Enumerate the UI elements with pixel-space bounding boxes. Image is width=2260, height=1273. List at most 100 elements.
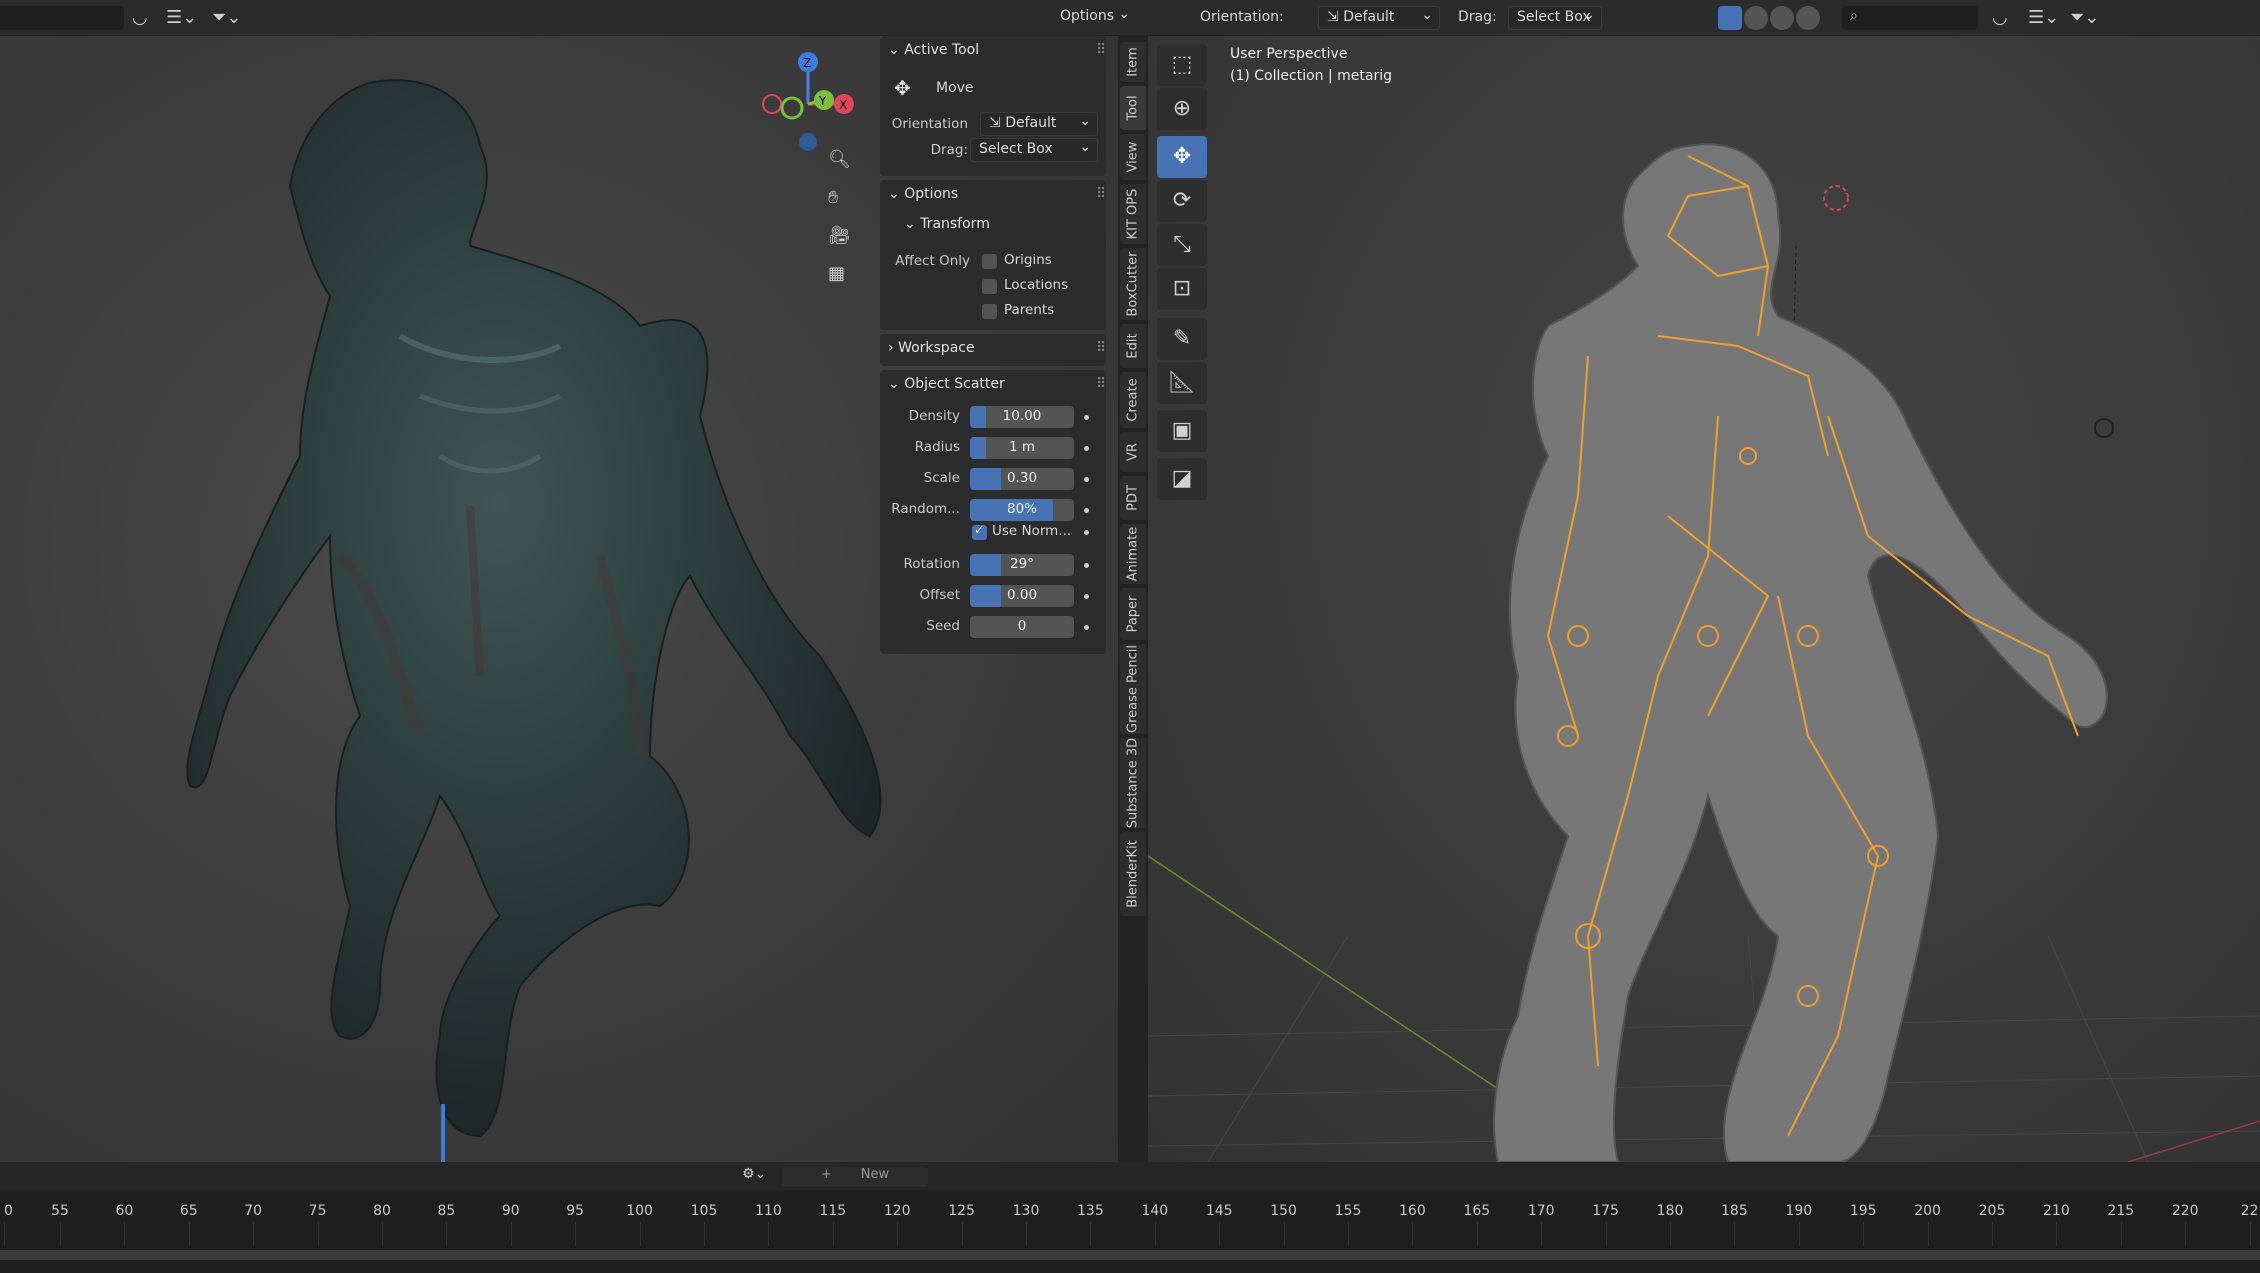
value-slider[interactable]: 0.30 bbox=[970, 468, 1074, 490]
drag-header-dropdown[interactable]: Select Box bbox=[1508, 6, 1602, 30]
grid-icon[interactable]: ▦ bbox=[828, 262, 845, 286]
orientation-dropdown[interactable]: ⇲ Default bbox=[980, 112, 1098, 136]
move-tool-icon: ✥ bbox=[894, 76, 911, 100]
tab-view[interactable]: View bbox=[1120, 134, 1146, 180]
outliner-filter-icon[interactable]: ☰⌄ bbox=[2028, 6, 2059, 30]
options-title[interactable]: ⌄ Options bbox=[888, 186, 958, 202]
rendered-shading-icon[interactable] bbox=[1770, 6, 1794, 30]
gizmo-y-label: Y bbox=[818, 94, 827, 108]
tab-create[interactable]: Create bbox=[1120, 372, 1146, 428]
filter-icon[interactable]: ⏷⌄ bbox=[2070, 6, 2099, 30]
frame-gridline bbox=[704, 1222, 705, 1246]
extra-icon[interactable]: ◪ bbox=[1157, 458, 1207, 500]
field-label: Rotation bbox=[903, 556, 960, 572]
3d-cursor[interactable] bbox=[1823, 185, 1849, 211]
keying-icon[interactable]: ⚙⌄ bbox=[742, 1166, 766, 1182]
value-slider[interactable]: 0 bbox=[970, 616, 1074, 638]
tab-label: View bbox=[1125, 141, 1141, 173]
origins-checkbox[interactable] bbox=[982, 254, 997, 269]
tab-kit-ops[interactable]: KIT OPS bbox=[1120, 184, 1146, 244]
timeline-header bbox=[0, 1162, 2260, 1190]
frame-gridline bbox=[510, 1222, 512, 1246]
field-label: Random... bbox=[891, 501, 960, 517]
drag-handle-icon[interactable]: ⠿ bbox=[1096, 186, 1106, 202]
select-box-icon[interactable]: ⬚ bbox=[1157, 44, 1207, 86]
add-cube-icon[interactable]: ▣ bbox=[1157, 410, 1207, 452]
zoom-icon[interactable]: 🔍︎ bbox=[828, 148, 851, 172]
frame-number: 100 bbox=[626, 1203, 653, 1219]
tab-pdt[interactable]: PDT bbox=[1120, 476, 1146, 520]
use-normals-checkbox[interactable] bbox=[972, 523, 987, 540]
value-slider[interactable]: 10.00 bbox=[970, 406, 1074, 428]
keyframe-dot[interactable] bbox=[1084, 415, 1089, 420]
keyframe-dot[interactable] bbox=[1084, 446, 1089, 451]
keyframe-dot[interactable] bbox=[1084, 508, 1089, 513]
value-slider[interactable]: 80% bbox=[970, 499, 1074, 521]
tab-substance-3d[interactable]: Substance 3D bbox=[1120, 738, 1146, 828]
tab-label: BlenderKit bbox=[1125, 840, 1141, 908]
keyframe-dot[interactable] bbox=[1084, 594, 1089, 599]
frame-gridline bbox=[1154, 1222, 1156, 1246]
field-label: Seed bbox=[926, 618, 960, 634]
drag-handle-icon[interactable]: ⠿ bbox=[1096, 340, 1106, 356]
frame-number: 60 bbox=[115, 1203, 134, 1219]
tab-animate[interactable]: Animate bbox=[1120, 524, 1146, 584]
frame-gridline bbox=[2185, 1222, 2187, 1246]
search-input[interactable]: ⌕ bbox=[1842, 6, 1978, 30]
orientation-header-dropdown[interactable]: ⇲ Default bbox=[1318, 6, 1440, 30]
solid-shading-icon[interactable] bbox=[1718, 6, 1742, 30]
options-dropdown[interactable]: Options bbox=[1052, 6, 1136, 30]
measure-icon[interactable]: 📐︎ bbox=[1157, 362, 1207, 404]
frame-number: 22 bbox=[2240, 1203, 2259, 1219]
keyframe-dot[interactable] bbox=[1084, 625, 1089, 630]
keyframe-dot[interactable] bbox=[1084, 530, 1089, 535]
tab-edit[interactable]: Edit bbox=[1120, 324, 1146, 368]
value-slider[interactable]: 29° bbox=[970, 554, 1074, 576]
tab-grease-pencil[interactable]: Grease Pencil bbox=[1120, 644, 1146, 734]
object-scatter-title[interactable]: ⌄ Object Scatter bbox=[888, 376, 1005, 392]
drag-handle-icon[interactable]: ⠿ bbox=[1096, 376, 1106, 392]
drag-handle-icon[interactable]: ⠿ bbox=[1096, 42, 1106, 58]
locations-checkbox[interactable] bbox=[982, 279, 997, 294]
left-header-field[interactable] bbox=[0, 6, 124, 30]
frame-gridline bbox=[1219, 1222, 1221, 1246]
value-slider[interactable]: 1 m bbox=[970, 437, 1074, 459]
rotate-icon[interactable]: ⟳ bbox=[1157, 180, 1207, 222]
overlay-icon[interactable]: ◡ bbox=[132, 6, 148, 30]
keyframe-dot[interactable] bbox=[1084, 563, 1089, 568]
tab-paper[interactable]: Paper bbox=[1120, 588, 1146, 640]
tab-label: Substance 3D bbox=[1125, 737, 1141, 829]
active-tool-title[interactable]: ⌄ Active Tool bbox=[888, 42, 979, 58]
keyframe-dot[interactable] bbox=[1084, 477, 1089, 482]
wire-shading-icon[interactable] bbox=[1796, 6, 1820, 30]
value-slider[interactable]: 0.00 bbox=[970, 585, 1074, 607]
tab-item[interactable]: Item bbox=[1120, 42, 1146, 82]
transform-subtitle[interactable]: ⌄ Transform bbox=[904, 216, 990, 232]
n-panel: ⌄ Active Tool ⠿ ✥ Move Orientation ⇲ Def… bbox=[880, 36, 1118, 656]
field-label: Scale bbox=[923, 470, 960, 486]
outliner-filter-icon[interactable]: ☰⌄ bbox=[166, 6, 197, 30]
move-icon[interactable]: ✥ bbox=[1157, 136, 1207, 178]
transform-icon[interactable]: ⊡ bbox=[1157, 268, 1207, 310]
tab-blenderkit[interactable]: BlenderKit bbox=[1120, 832, 1146, 916]
frame-number: 150 bbox=[1270, 1203, 1297, 1219]
frame-number: 175 bbox=[1592, 1203, 1619, 1219]
timeline-scrollbar[interactable] bbox=[0, 1250, 2260, 1260]
camera-icon[interactable]: 🎥︎ bbox=[828, 224, 851, 248]
tab-boxcutter[interactable]: BoxCutter bbox=[1120, 248, 1146, 320]
tab-vr[interactable]: VR bbox=[1120, 432, 1146, 472]
workspace-title[interactable]: › Workspace bbox=[888, 340, 975, 356]
material-shading-icon[interactable] bbox=[1744, 6, 1768, 30]
parents-checkbox[interactable] bbox=[982, 304, 997, 319]
overlay-icon[interactable]: ◡ bbox=[1992, 6, 2008, 30]
scale-icon[interactable]: ⤡ bbox=[1157, 224, 1207, 266]
annotate-icon[interactable]: ✎ bbox=[1157, 318, 1207, 360]
pan-hand-icon[interactable]: ✋︎ bbox=[828, 186, 838, 210]
drag-dropdown[interactable]: Select Box bbox=[970, 138, 1098, 162]
right-viewport[interactable]: User Perspective (1) Collection | metari… bbox=[1148, 36, 2260, 1162]
new-action-button[interactable]: + New bbox=[782, 1167, 928, 1187]
filter-icon[interactable]: ⏷⌄ bbox=[212, 6, 241, 30]
workspace-section[interactable]: › Workspace ⠿ bbox=[880, 334, 1106, 366]
tab-tool[interactable]: Tool bbox=[1120, 86, 1146, 130]
cursor-icon[interactable]: ⊕ bbox=[1157, 88, 1207, 130]
